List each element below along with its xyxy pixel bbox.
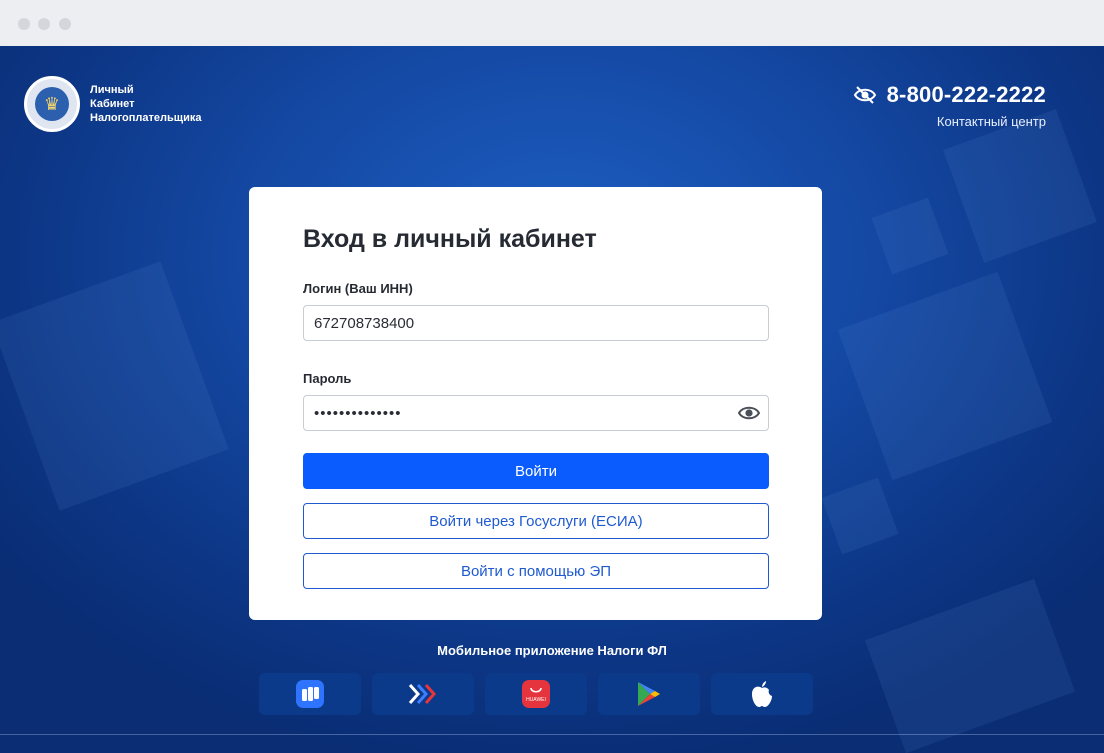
apple-appstore-icon (752, 681, 772, 707)
svg-text:HUAWEI: HUAWEI (526, 697, 546, 703)
window-minimize-dot[interactable] (38, 18, 50, 30)
login-input[interactable]: 672708738400 (303, 305, 769, 341)
phone-number[interactable]: 8-800-222-2222 (887, 82, 1046, 108)
accessibility-eye-icon[interactable] (853, 85, 877, 105)
rustore-icon (296, 680, 324, 708)
rustore-link[interactable] (259, 673, 361, 715)
nashstore-link[interactable] (372, 673, 474, 715)
app-store-links: HUAWEI (259, 673, 813, 715)
window-maximize-dot[interactable] (59, 18, 71, 30)
mobile-app-title: Мобильное приложение Налоги ФЛ (437, 643, 667, 658)
login-label: Логин (Ваш ИНН) (303, 281, 413, 296)
huawei-appgallery-icon: HUAWEI (522, 680, 550, 708)
login-submit-button[interactable]: Войти (303, 453, 769, 489)
gosuslugi-login-button[interactable]: Войти через Госуслуги (ЕСИА) (303, 503, 769, 539)
window-close-dot[interactable] (18, 18, 30, 30)
page-title: Вход в личный кабинет (303, 225, 597, 253)
password-value: •••••••••••••• (314, 404, 402, 422)
password-input[interactable]: •••••••••••••• (303, 395, 769, 431)
contact-caption: Контактный центр (936, 114, 1046, 129)
show-password-icon[interactable] (738, 404, 760, 422)
nashstore-icon (408, 684, 437, 704)
brand-title: Личный Кабинет Налогоплательщика (90, 84, 202, 124)
google-play-icon (638, 682, 660, 706)
google-play-link[interactable] (598, 673, 700, 715)
page-background: ♛ Личный Кабинет Налогоплательщика 8-800… (0, 46, 1104, 753)
password-label: Пароль (303, 371, 352, 386)
huawei-appgallery-link[interactable]: HUAWEI (485, 673, 587, 715)
fns-emblem-icon: ♛ (24, 76, 80, 132)
brand-logo[interactable]: ♛ Личный Кабинет Налогоплательщика (24, 76, 201, 132)
ep-login-button[interactable]: Войти с помощью ЭП (303, 553, 769, 589)
login-card: Вход в личный кабинет Логин (Ваш ИНН) 67… (249, 187, 822, 620)
login-value: 672708738400 (314, 314, 415, 332)
contact-center: 8-800-222-2222 Контактный центр (853, 82, 1046, 129)
apple-appstore-link[interactable] (711, 673, 813, 715)
browser-titlebar (0, 0, 1104, 46)
